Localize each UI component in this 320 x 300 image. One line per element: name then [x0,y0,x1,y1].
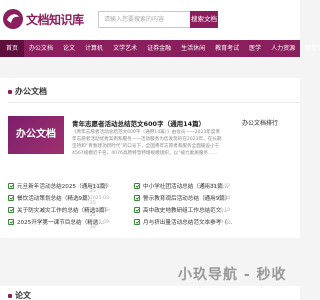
list-item-date: 2025-09-10 [204,208,231,213]
office-docs-section: 办公文档 办公文档 青年志愿者活动总结范文600字（通用14篇） 《青年志愿者活… [0,78,300,238]
list-item-date: 2025-09-10 [204,220,231,225]
list-item-title[interactable]: 餐饮活动策划总结（精选9篇） [17,194,93,202]
list-item[interactable]: 中小学社团活动总结（通用31篇… 2025-09-03 [134,180,233,192]
site-logo[interactable]: 文档知识库 [2,8,84,30]
list-item-date: 2025-09-10 [90,220,111,230]
nav-item-home[interactable]: 首页 [0,40,25,57]
list-item[interactable]: 2025开学第一课节目总结（精选… 2025-09-10 [8,216,111,230]
nav-item-finance[interactable]: 证券金融 [142,40,176,57]
doc-list-left: 元旦新年活动总结2025（通用11篇） 2025-03-25 餐饮活动策划总结（… [8,180,111,230]
main-nav: 首页 办公文档 论文 计算机 文学艺术 证券金融 生活休闲 教育考试 医学 人力… [0,40,320,57]
nav-item-medicine[interactable]: 医学 [244,40,266,57]
doc-icon [8,207,14,213]
search-input[interactable]: 请输入您要搜索的内容 [98,11,190,28]
watermark-overlay: 小玖导航 - 秒收 [178,267,287,283]
doc-icon [8,219,14,225]
section-header: 办公文档 [8,86,47,97]
ranking-heading: 办公文档排行 [242,120,279,127]
nav-item-office[interactable]: 办公文档 [24,40,58,57]
featured-title[interactable]: 青年志愿者活动总结范文600字（通用14篇） [72,118,205,128]
list-item[interactable]: 餐饮活动策划总结（精选9篇） 2025-03-25 [8,192,111,206]
search-button[interactable]: 搜索文档 [190,11,218,28]
doc-icon [8,195,14,201]
section-title[interactable]: 办公文档 [15,86,47,97]
nav-item-literature[interactable]: 文学艺术 [108,40,142,57]
section-marker-icon [8,89,12,94]
nav-item-computer[interactable]: 计算机 [80,40,108,57]
list-item[interactable]: 高中政史地教研组工作总结范文… 2025-09-10 [134,204,233,216]
list-item[interactable]: 月与挤出量活动总结范文本参考（… 2025-09-10 [134,216,233,228]
paper-section: 论文 [0,286,300,300]
list-item-date: 2025-09-03 [204,184,231,189]
featured-thumbnail[interactable]: 办公文档 [8,116,64,154]
doc-icon [134,195,140,201]
nav-item-marketing[interactable]: 经管营销 [300,40,320,57]
list-item-date: 2025-09-10 [204,196,231,201]
site-header: 文档知识库 请输入您要搜索的内容 搜索文档 [0,0,300,40]
list-item[interactable]: 元旦新年活动总结2025（通用11篇） 2025-03-25 [8,180,111,194]
nav-item-hr[interactable]: 人力资源 [266,40,300,57]
doc-list-right: 中小学社团活动总结（通用31篇… 2025-09-03 警示教育观后活动总结（通… [134,180,233,228]
doc-icon [8,183,14,189]
doc-icon [134,219,140,225]
divider [8,102,300,103]
doc-icon [134,207,140,213]
section-header: 论文 [8,290,31,300]
logo-text: 文档知识库 [26,12,84,27]
nav-item-education[interactable]: 教育考试 [210,40,244,57]
list-item[interactable]: 关于防灾减灾工作的总结（精选3篇） 2025-03-25 [8,204,111,218]
section-title[interactable]: 论文 [15,290,31,300]
list-item[interactable]: 警示教育观后活动总结（通用9篇） 2025-09-10 [134,192,233,204]
doc-icon [134,183,140,189]
nav-item-leisure[interactable]: 生活休闲 [176,40,210,57]
section-marker-icon [8,293,12,298]
featured-description: 《青年志愿者活动总结范文600字（通用14篇）》由会员——2023年度青年志愿者… [72,130,222,156]
logo-icon [3,9,23,29]
nav-item-paper[interactable]: 论文 [58,40,80,57]
